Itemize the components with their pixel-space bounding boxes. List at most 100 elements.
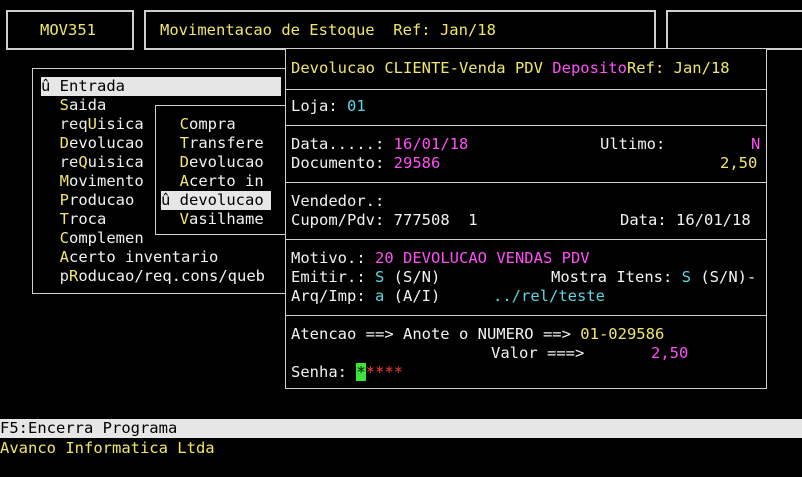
mostra-options: (S/N)- — [691, 268, 757, 286]
data-value[interactable]: 16/01/18 — [394, 135, 469, 153]
cupom-data-value[interactable]: 16/01/18 — [676, 211, 751, 229]
dialog-separator — [286, 182, 766, 183]
arq-options: (A/I) — [384, 287, 441, 305]
menu-item-prefix — [41, 210, 60, 228]
company-name: Avanco Informatica Ltda — [0, 439, 215, 457]
arq-imp-row: Arq/Imp: a (A/I) — [291, 287, 440, 306]
menu-item[interactable]: Transfere — [161, 134, 264, 153]
arq-label: Arq/Imp: — [291, 287, 375, 305]
senha-row: Senha: ***** — [291, 363, 403, 382]
mostra-value[interactable]: S — [682, 268, 691, 286]
menu-item-prefix — [161, 115, 180, 133]
menu-item-hotkey: D — [59, 134, 70, 152]
arq-path[interactable]: ../rel/teste — [493, 287, 605, 306]
menu-item[interactable]: Saida — [41, 96, 107, 115]
menu-item-hotkey: E — [59, 77, 70, 95]
menu-item-prefix: û — [41, 77, 60, 95]
menu-item-hotkey: T — [59, 210, 70, 228]
senha-cursor[interactable]: * — [356, 363, 366, 381]
emitir-row: Emitir.: S (S/N) — [291, 268, 440, 287]
menu-item-label: evolucao — [189, 191, 264, 209]
documento-amount: 2,50 — [720, 154, 758, 172]
menu-item[interactable]: Compra — [161, 115, 236, 134]
menu-item-label: ransfere — [189, 134, 264, 152]
menu-item-prefix: req — [41, 115, 88, 133]
atencao-row: Atencao ==> Anote o NUMERO ==> 01-029586 — [291, 325, 664, 344]
menu-item[interactable]: Acerto in — [161, 172, 264, 191]
menu-item-hotkey: A — [59, 248, 70, 266]
senha-label: Senha: — [291, 363, 357, 381]
menu-item-label: evolucao — [69, 134, 144, 152]
menu-item-label: omplemen — [69, 229, 144, 247]
ultimo-label: Ultimo: — [600, 135, 666, 153]
menu-item-label: ompra — [189, 115, 236, 133]
menu-item[interactable]: Troca — [41, 210, 107, 229]
loja-label: Loja: — [291, 97, 347, 115]
menu-item[interactable]: û devolucao — [161, 191, 271, 210]
function-key-bar[interactable]: F5:Encerra Programa — [0, 419, 802, 438]
menu-item-hotkey: C — [59, 229, 70, 247]
menu-item-prefix — [161, 210, 180, 228]
menu-item[interactable]: pRoducao/req.cons/queb — [41, 267, 265, 286]
data-row: Data.....: 16/01/18 — [291, 135, 468, 154]
menu-item-hotkey: Q — [78, 153, 88, 171]
menu-item[interactable]: Acerto inventario — [41, 248, 219, 267]
menu-item[interactable]: û Entrada — [41, 77, 281, 96]
menu-item[interactable]: reQuisica — [41, 153, 144, 172]
menu-item-prefix — [41, 172, 60, 190]
data-label: Data.....: — [291, 135, 394, 153]
mostra-itens-row: Mostra Itens: S (S/N)- — [551, 268, 756, 287]
documento-value[interactable]: 29586 — [394, 154, 441, 172]
documento-label: Documento: — [291, 154, 394, 172]
menu-item-label: uisica — [87, 153, 144, 171]
menu-item[interactable]: Devolucao — [41, 134, 144, 153]
cupom-value[interactable]: 777508 1 — [394, 211, 478, 229]
cupom-label: Cupom/Pdv: — [291, 211, 394, 229]
menu-item-label: ovimento — [69, 172, 144, 190]
menu-item-prefix — [41, 248, 60, 266]
menu-item-prefix: p — [41, 267, 69, 285]
emitir-options: (S/N) — [384, 268, 441, 286]
menu-item-hotkey: C — [179, 115, 190, 133]
menu-item-label: oducao/req.cons/queb — [78, 267, 265, 285]
menu-item-label: aida — [69, 96, 107, 114]
menu-item-prefix: û — [161, 191, 180, 209]
menu-item[interactable]: reqUisica — [41, 115, 144, 134]
dialog-title: Devolucao CLIENTE-Venda PDV DepositoRef:… — [291, 59, 730, 78]
dialog-separator — [286, 89, 766, 90]
f5-encerra-label[interactable]: F5:Encerra Programa — [0, 419, 177, 437]
cupom-data: Data: 16/01/18 — [620, 211, 751, 230]
menu-item-hotkey: R — [69, 267, 79, 285]
mostra-label: Mostra Itens: — [551, 268, 682, 286]
menu-item[interactable]: Producao — [41, 191, 135, 210]
menu-item-hotkey: T — [179, 134, 190, 152]
menu-item-prefix — [41, 134, 60, 152]
menu-item[interactable]: Complemen — [41, 229, 144, 248]
emitir-label: Emitir.: — [291, 268, 375, 286]
atencao-number: 01-029586 — [580, 325, 665, 343]
menu-item-prefix — [161, 172, 180, 190]
dialog-separator — [286, 239, 766, 240]
documento-row: Documento: 29586 — [291, 154, 440, 173]
menu-item-prefix — [41, 229, 60, 247]
menu-item-hotkey: A — [179, 172, 190, 190]
valor-value: 2,50 — [651, 344, 689, 362]
senha-input[interactable]: **** — [366, 363, 403, 381]
loja-row: Loja: 01 — [291, 97, 366, 116]
menu-item[interactable]: Movimento — [41, 172, 144, 191]
arq-value[interactable]: a — [375, 287, 384, 305]
menu-item[interactable]: Vasilhame — [161, 210, 264, 229]
ultimo-value[interactable]: N — [751, 135, 760, 154]
menu-item-prefix — [41, 96, 60, 114]
menu-item[interactable]: Devolucao — [161, 153, 264, 172]
dialog-title-deposito: Deposito — [552, 59, 627, 77]
loja-value[interactable]: 01 — [347, 97, 366, 115]
emitir-value[interactable]: S — [375, 268, 384, 286]
menu-item-label: certo in — [189, 172, 264, 190]
menu-item-label: roducao — [69, 191, 135, 209]
screen-title: Movimentacao de Estoque Ref: Jan/18 — [160, 21, 496, 39]
motivo-value[interactable]: 20 DEVOLUCAO VENDAS PDV — [375, 249, 590, 267]
cupom-row: Cupom/Pdv: 777508 1 — [291, 211, 478, 230]
valor-label: Valor ===> — [491, 344, 585, 362]
menu-item-label: roca — [69, 210, 107, 228]
